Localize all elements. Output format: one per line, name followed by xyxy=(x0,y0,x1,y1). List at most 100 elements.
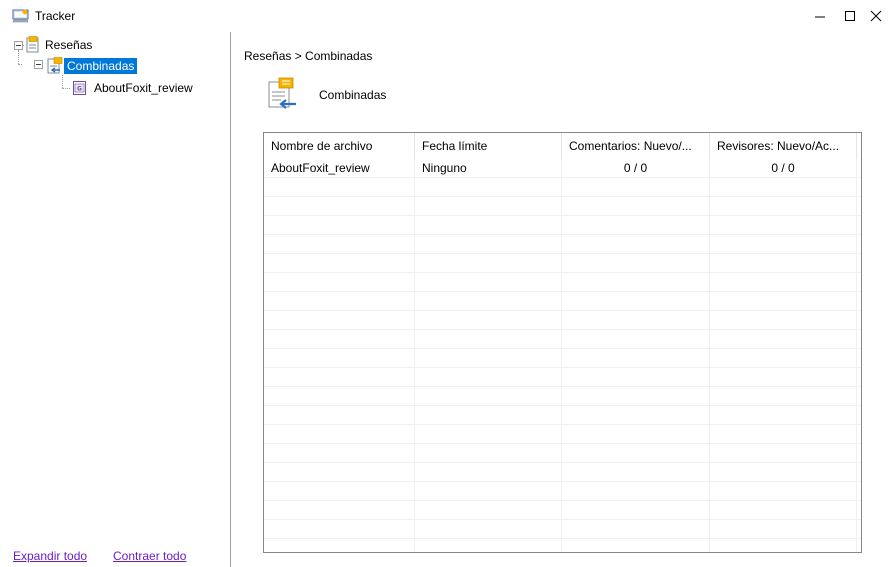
empty-cell xyxy=(264,368,415,387)
empty-cell xyxy=(562,368,710,387)
empty-table-row xyxy=(264,387,861,406)
empty-table-row xyxy=(264,539,861,552)
empty-cell xyxy=(562,216,710,235)
empty-table-row xyxy=(264,254,861,273)
empty-cell xyxy=(264,463,415,482)
collapse-reviews-toggle[interactable] xyxy=(14,41,23,50)
empty-cell xyxy=(415,235,562,254)
empty-table-row xyxy=(264,520,861,539)
empty-cell xyxy=(562,520,710,539)
empty-cell xyxy=(415,349,562,368)
empty-table-row xyxy=(264,330,861,349)
column-header-reviewers[interactable]: Revisores: Nuevo/Ac... xyxy=(710,133,857,159)
empty-table-row xyxy=(264,311,861,330)
empty-cell xyxy=(415,178,562,197)
empty-cell xyxy=(415,520,562,539)
empty-table-row xyxy=(264,482,861,501)
merged-review-icon xyxy=(46,57,64,75)
collapse-combined-toggle[interactable] xyxy=(34,60,43,69)
table-body: AboutFoxit_review Ninguno 0 / 0 0 / 0 xyxy=(264,159,861,552)
cell-reviewers: 0 / 0 xyxy=(710,159,857,178)
column-header-comments[interactable]: Comentarios: Nuevo/... xyxy=(562,133,710,159)
tree-item-combined[interactable]: Combinadas xyxy=(46,57,138,75)
empty-cell xyxy=(415,216,562,235)
empty-cell xyxy=(562,311,710,330)
column-header-filename[interactable]: Nombre de archivo xyxy=(264,133,415,159)
empty-cell xyxy=(710,463,857,482)
empty-cell xyxy=(415,444,562,463)
empty-cell xyxy=(562,463,710,482)
empty-cell xyxy=(710,197,857,216)
empty-cell xyxy=(710,539,857,552)
empty-table-row xyxy=(264,216,861,235)
tree-connector xyxy=(62,88,70,89)
empty-cell xyxy=(562,501,710,520)
column-header-deadline[interactable]: Fecha límite xyxy=(415,133,562,159)
empty-table-row xyxy=(264,178,861,197)
close-button[interactable] xyxy=(856,0,888,32)
empty-cell xyxy=(562,330,710,349)
tree-item-label: Reseñas xyxy=(45,38,93,52)
empty-table-row xyxy=(264,406,861,425)
empty-cell xyxy=(710,235,857,254)
empty-cell xyxy=(264,349,415,368)
reviews-folder-icon xyxy=(24,36,42,54)
empty-cell xyxy=(562,387,710,406)
table-header: Nombre de archivo Fecha límite Comentari… xyxy=(264,133,861,159)
empty-cell xyxy=(264,501,415,520)
empty-cell xyxy=(562,197,710,216)
expand-all-link[interactable]: Expandir todo xyxy=(13,549,87,563)
empty-table-row xyxy=(264,425,861,444)
empty-cell xyxy=(710,501,857,520)
empty-table-row xyxy=(264,501,861,520)
empty-cell xyxy=(264,254,415,273)
tree-item-label: Combinadas xyxy=(64,58,138,74)
empty-cell xyxy=(562,425,710,444)
empty-rows xyxy=(264,178,861,552)
table-row[interactable]: AboutFoxit_review Ninguno 0 / 0 0 / 0 xyxy=(264,159,861,178)
empty-cell xyxy=(264,273,415,292)
empty-cell xyxy=(264,444,415,463)
empty-cell xyxy=(415,539,562,552)
empty-cell xyxy=(710,444,857,463)
empty-cell xyxy=(264,197,415,216)
empty-cell xyxy=(562,235,710,254)
empty-cell xyxy=(710,273,857,292)
empty-cell xyxy=(562,406,710,425)
empty-cell xyxy=(415,368,562,387)
empty-cell xyxy=(710,178,857,197)
empty-cell xyxy=(710,368,857,387)
cell-deadline: Ninguno xyxy=(415,159,562,178)
svg-text:G: G xyxy=(77,86,82,93)
collapse-all-link[interactable]: Contraer todo xyxy=(113,549,186,563)
empty-cell xyxy=(264,520,415,539)
empty-cell xyxy=(264,387,415,406)
title-bar: Tracker xyxy=(0,0,888,32)
empty-cell xyxy=(562,254,710,273)
review-tree-panel: Reseñas Combinadas G AboutFoxit_review E… xyxy=(0,32,231,567)
empty-cell xyxy=(415,330,562,349)
empty-cell xyxy=(415,273,562,292)
empty-cell xyxy=(264,216,415,235)
empty-cell xyxy=(264,235,415,254)
tree-connector xyxy=(62,75,63,88)
empty-cell xyxy=(710,254,857,273)
breadcrumb: Reseñas > Combinadas xyxy=(244,49,373,63)
empty-cell xyxy=(710,330,857,349)
empty-table-row xyxy=(264,349,861,368)
empty-cell xyxy=(415,311,562,330)
tree-item-label: AboutFoxit_review xyxy=(94,81,193,95)
empty-cell xyxy=(710,292,857,311)
empty-cell xyxy=(264,539,415,552)
merged-review-icon xyxy=(267,77,299,114)
empty-cell xyxy=(264,406,415,425)
empty-cell xyxy=(264,311,415,330)
empty-cell xyxy=(415,292,562,311)
cell-comments: 0 / 0 xyxy=(562,159,710,178)
tree-item-document[interactable]: G AboutFoxit_review xyxy=(72,79,196,97)
empty-cell xyxy=(710,387,857,406)
empty-cell xyxy=(710,216,857,235)
empty-cell xyxy=(710,406,857,425)
empty-table-row xyxy=(264,368,861,387)
tree-item-reviews[interactable]: Reseñas xyxy=(24,36,95,54)
